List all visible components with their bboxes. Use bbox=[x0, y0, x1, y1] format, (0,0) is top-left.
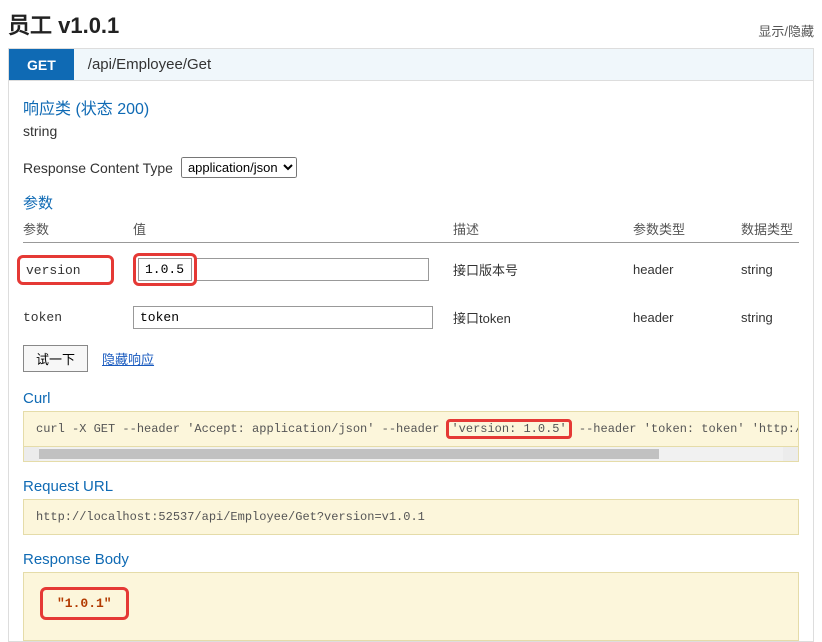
toggle-visibility-link[interactable]: 显示/隐藏 bbox=[758, 21, 814, 40]
col-param: 参数 bbox=[23, 215, 133, 243]
col-dtype: 数据类型 bbox=[741, 215, 799, 243]
param-value-input-token[interactable] bbox=[133, 306, 433, 329]
http-method-badge: GET bbox=[9, 49, 74, 80]
param-value-input-version-rest[interactable] bbox=[197, 258, 429, 281]
param-dtype: string bbox=[741, 296, 799, 339]
response-body-heading: Response Body bbox=[23, 551, 799, 568]
col-ptype: 参数类型 bbox=[633, 215, 741, 243]
param-desc: 接口token bbox=[453, 296, 633, 339]
param-desc: 接口版本号 bbox=[453, 243, 633, 297]
param-ptype: header bbox=[633, 243, 741, 297]
curl-block: curl -X GET --header 'Accept: applicatio… bbox=[23, 411, 799, 447]
param-dtype: string bbox=[741, 243, 799, 297]
parameters-heading: 参数 bbox=[23, 192, 799, 213]
endpoint-path: /api/Employee/Get bbox=[74, 49, 225, 80]
parameters-table: 参数 值 描述 参数类型 数据类型 version bbox=[23, 215, 799, 339]
operation-header[interactable]: GET /api/Employee/Get bbox=[9, 49, 813, 81]
response-class-heading: 响应类 (状态 200) bbox=[23, 95, 799, 119]
response-content-type-select[interactable]: application/json bbox=[181, 157, 297, 178]
curl-text-post: --header 'token: token' 'http://local bbox=[572, 422, 799, 436]
response-body-block: "1.0.1" bbox=[23, 572, 799, 641]
page-title: 员工 v1.0.1 bbox=[8, 8, 119, 40]
response-body-value: "1.0.1" bbox=[40, 587, 129, 620]
response-class-type: string bbox=[23, 123, 799, 139]
col-value: 值 bbox=[133, 215, 453, 243]
curl-scrollbar[interactable] bbox=[23, 447, 799, 462]
curl-highlight: 'version: 1.0.5' bbox=[446, 419, 571, 439]
col-desc: 描述 bbox=[453, 215, 633, 243]
try-it-out-button[interactable]: 试一下 bbox=[23, 345, 88, 372]
param-name: token bbox=[23, 296, 133, 339]
endpoint-panel: GET /api/Employee/Get 响应类 (状态 200) strin… bbox=[8, 48, 814, 642]
param-name: version bbox=[26, 263, 81, 278]
table-row: token 接口token header string bbox=[23, 296, 799, 339]
param-ptype: header bbox=[633, 296, 741, 339]
request-url-block: http://localhost:52537/api/Employee/Get?… bbox=[23, 499, 799, 535]
response-content-type-label: Response Content Type bbox=[23, 160, 173, 176]
curl-text-pre: curl -X GET --header 'Accept: applicatio… bbox=[36, 422, 439, 436]
hide-response-link[interactable]: 隐藏响应 bbox=[102, 349, 154, 368]
curl-heading: Curl bbox=[23, 390, 799, 407]
table-row: version 接口版本号 header string bbox=[23, 243, 799, 297]
request-url-heading: Request URL bbox=[23, 478, 799, 495]
param-value-input-version[interactable] bbox=[138, 258, 192, 281]
